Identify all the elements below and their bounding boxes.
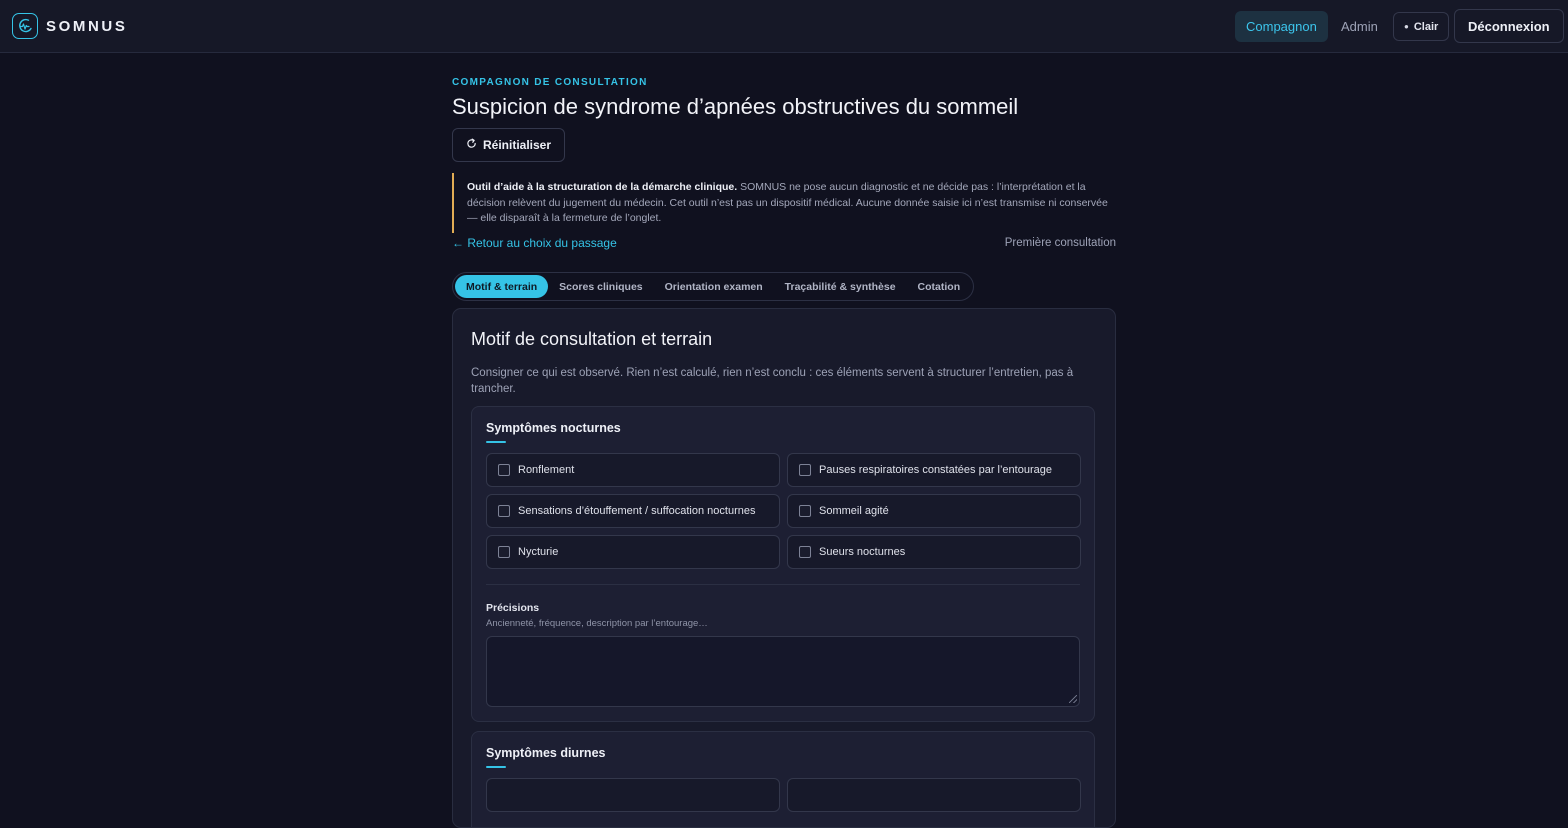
checkbox-pauses-respiratoires[interactable]: Pauses respiratoires constatées par l’en… bbox=[787, 453, 1081, 487]
brand[interactable]: SOMNUS bbox=[12, 13, 127, 39]
reset-button[interactable]: Réinitialiser bbox=[452, 128, 566, 162]
page-title: Suspicion de syndrome d’apnées obstructi… bbox=[452, 94, 1019, 119]
section-nocturnal-symptoms: Symptômes nocturnes Ronflement Pauses re… bbox=[471, 406, 1095, 722]
checkbox-box[interactable] bbox=[498, 505, 510, 517]
resize-grip-icon[interactable] bbox=[1069, 695, 1077, 703]
theme-toggle-label: Clair bbox=[1413, 20, 1439, 33]
checkbox-box[interactable] bbox=[799, 546, 811, 558]
checkbox-box[interactable] bbox=[498, 546, 510, 558]
top-bar: SOMNUS Compagnon Admin ● Clair Déconnexi… bbox=[0, 0, 1568, 53]
disclaimer-notice: Outil d’aide à la structuration de la dé… bbox=[452, 173, 1116, 233]
tab-cotation[interactable]: Cotation bbox=[907, 275, 972, 298]
reset-button-label: Réinitialiser bbox=[483, 138, 552, 152]
tab-orientation-examen[interactable]: Orientation examen bbox=[654, 275, 774, 298]
section-title-underline bbox=[486, 441, 506, 443]
details-hint: Ancienneté, fréquence, description par l… bbox=[486, 618, 708, 629]
checkbox-label: Sueurs nocturnes bbox=[819, 546, 906, 558]
moon-wave-icon bbox=[19, 18, 32, 33]
tab-scores-cliniques[interactable]: Scores cliniques bbox=[548, 275, 653, 298]
tab-motif-terrain[interactable]: Motif & terrain bbox=[455, 275, 549, 298]
back-link[interactable]: ← Retour au choix du passage bbox=[452, 236, 617, 250]
checkbox-row-partial[interactable] bbox=[486, 778, 780, 812]
brand-logo-icon bbox=[12, 13, 38, 39]
checkbox-box[interactable] bbox=[799, 464, 811, 476]
checkbox-etouffement[interactable]: Sensations d’étouffement / suffocation n… bbox=[486, 494, 780, 528]
section-title: Symptômes nocturnes bbox=[486, 421, 621, 435]
sun-icon: ● bbox=[1404, 22, 1409, 31]
logout-button[interactable]: Déconnexion bbox=[1454, 9, 1564, 43]
checkbox-sommeil-agite[interactable]: Sommeil agité bbox=[787, 494, 1081, 528]
checkbox-label: Sensations d’étouffement / suffocation n… bbox=[518, 505, 756, 517]
checkbox-row-partial[interactable] bbox=[787, 778, 1081, 812]
checkbox-sueurs-nocturnes[interactable]: Sueurs nocturnes bbox=[787, 535, 1081, 569]
details-textarea[interactable] bbox=[486, 636, 1080, 707]
section-title: Symptômes diurnes bbox=[486, 746, 606, 760]
checkbox-box[interactable] bbox=[799, 505, 811, 517]
nav-tab-admin[interactable]: Admin bbox=[1330, 11, 1389, 42]
refresh-icon bbox=[466, 138, 477, 152]
checkbox-ronflement[interactable]: Ronflement bbox=[486, 453, 780, 487]
tab-tracabilite-synthese[interactable]: Traçabilité & synthèse bbox=[774, 275, 907, 298]
visit-type-label: Première consultation bbox=[1004, 237, 1116, 249]
disclaimer-bold: Outil d’aide à la structuration de la dé… bbox=[467, 181, 738, 193]
section-tabs: Motif & terrain Scores cliniques Orienta… bbox=[452, 272, 975, 301]
checkbox-nycturie[interactable]: Nycturie bbox=[486, 535, 780, 569]
card-title: Motif de consultation et terrain bbox=[471, 329, 713, 349]
checkbox-label: Sommeil agité bbox=[819, 505, 889, 517]
section-title-underline bbox=[486, 766, 506, 768]
section-divider bbox=[486, 584, 1080, 585]
details-label: Précisions bbox=[486, 602, 540, 614]
theme-toggle-button[interactable]: ● Clair bbox=[1393, 12, 1450, 41]
nav-tab-compagnon[interactable]: Compagnon bbox=[1235, 11, 1328, 42]
brand-name: SOMNUS bbox=[46, 17, 128, 35]
page-eyebrow: COMPAGNON DE CONSULTATION bbox=[452, 77, 648, 88]
motif-card: Motif de consultation et terrain Consign… bbox=[452, 308, 1116, 828]
section-diurnal-symptoms: Symptômes diurnes bbox=[471, 731, 1095, 827]
checkbox-label: Nycturie bbox=[518, 546, 559, 558]
checkbox-label: Pauses respiratoires constatées par l’en… bbox=[819, 464, 1052, 476]
checkbox-box[interactable] bbox=[498, 464, 510, 476]
card-description: Consigner ce qui est observé. Rien n’est… bbox=[471, 367, 1074, 395]
checkbox-label: Ronflement bbox=[518, 464, 575, 476]
symptom-checklist: Ronflement Pauses respiratoires constaté… bbox=[486, 453, 1081, 569]
